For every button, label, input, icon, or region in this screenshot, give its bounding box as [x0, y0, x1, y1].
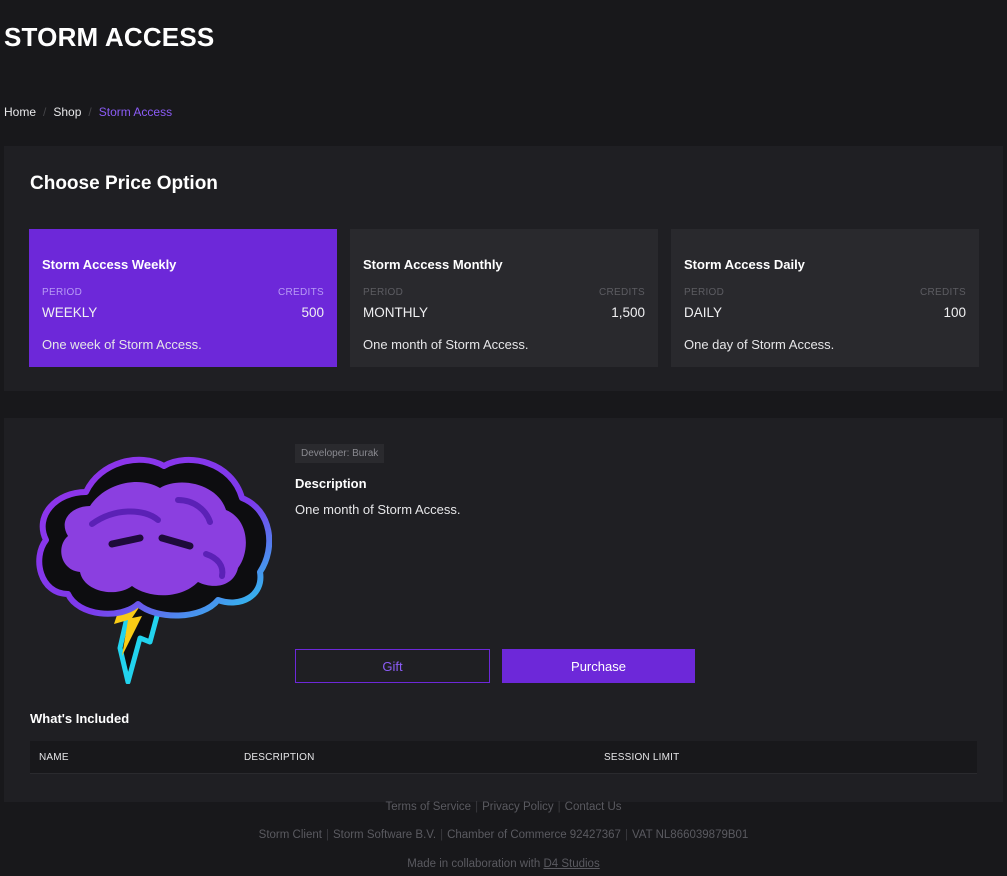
column-header-session-limit[interactable]: SESSION LIMIT [604, 752, 679, 763]
price-option-weekly[interactable]: Storm Access Weekly PERIOD CREDITS WEEKL… [29, 229, 337, 367]
option-credits-label: CREDITS [599, 287, 645, 298]
privacy-policy-link[interactable]: Privacy Policy [482, 801, 554, 813]
option-title: Storm Access Daily [684, 257, 805, 272]
footer-divider: | [557, 801, 561, 813]
description-heading: Description [295, 476, 367, 491]
terms-of-service-link[interactable]: Terms of Service [385, 801, 471, 813]
collab-prefix: Made in collaboration with [407, 858, 541, 870]
breadcrumb-separator: / [88, 105, 92, 119]
developer-badge: Developer: Burak [295, 444, 385, 463]
product-panel: Developer: Burak Description One month o… [4, 418, 1003, 802]
option-description: One month of Storm Access. [363, 337, 529, 352]
option-period-value: DAILY [684, 305, 723, 320]
option-credits-value: 100 [943, 305, 966, 320]
company-name: Storm Software B.V. [332, 829, 437, 841]
d4-studios-link[interactable]: D4 Studios [543, 858, 599, 870]
price-option-monthly[interactable]: Storm Access Monthly PERIOD CREDITS MONT… [350, 229, 658, 367]
breadcrumb-current: Storm Access [98, 105, 173, 119]
breadcrumb-separator: / [43, 105, 47, 119]
purchase-button[interactable]: Purchase [502, 649, 695, 683]
option-description: One day of Storm Access. [684, 337, 835, 352]
price-option-daily[interactable]: Storm Access Daily PERIOD CREDITS DAILY … [671, 229, 979, 367]
gift-button[interactable]: Gift [295, 649, 490, 683]
footer-divider: | [440, 829, 444, 841]
option-period-label: PERIOD [684, 287, 725, 298]
footer-divider: | [325, 829, 329, 841]
option-period-value: WEEKLY [42, 305, 98, 320]
whats-included-heading: What's Included [30, 711, 130, 726]
contact-us-link[interactable]: Contact Us [565, 801, 622, 813]
option-period-value: MONTHLY [363, 305, 429, 320]
option-period-label: PERIOD [363, 287, 404, 298]
option-credits-label: CREDITS [278, 287, 324, 298]
option-credits-label: CREDITS [920, 287, 966, 298]
option-period-label: PERIOD [42, 287, 83, 298]
company-brand: Storm Client [258, 829, 322, 841]
breadcrumb: Home / Shop / Storm Access [4, 105, 172, 119]
option-credits-value: 500 [301, 305, 324, 320]
storm-cloud-lightning-logo-icon [36, 456, 272, 684]
option-title: Storm Access Monthly [363, 257, 503, 272]
price-option-list: Storm Access Weekly PERIOD CREDITS WEEKL… [29, 229, 979, 367]
breadcrumb-shop[interactable]: Shop [53, 105, 81, 119]
footer-company-info: Storm Client | Storm Software B.V. | Chamber… [0, 829, 1007, 841]
breadcrumb-home[interactable]: Home [4, 105, 36, 119]
chamber-of-commerce: Chamber of Commerce 92427367 [447, 829, 621, 841]
description-text: One month of Storm Access. [295, 502, 461, 517]
page-title: STORM ACCESS [4, 22, 215, 52]
footer-links: Terms of Service | Privacy Policy | Contact … [0, 801, 1007, 813]
price-option-heading: Choose Price Option [30, 173, 218, 194]
column-header-name[interactable]: NAME [39, 752, 69, 763]
vat-number: VAT NL866039879B01 [631, 829, 749, 841]
price-option-panel: Choose Price Option Storm Access Weekly … [4, 146, 1003, 391]
footer-collaboration: Made in collaboration with D4 Studios [0, 858, 1007, 870]
footer-divider: | [624, 829, 628, 841]
option-description: One week of Storm Access. [42, 337, 202, 352]
option-title: Storm Access Weekly [42, 257, 177, 272]
option-credits-value: 1,500 [611, 305, 645, 320]
included-table-header: NAME DESCRIPTION SESSION LIMIT [30, 741, 977, 774]
footer-divider: | [475, 801, 479, 813]
column-header-description[interactable]: DESCRIPTION [244, 752, 315, 763]
